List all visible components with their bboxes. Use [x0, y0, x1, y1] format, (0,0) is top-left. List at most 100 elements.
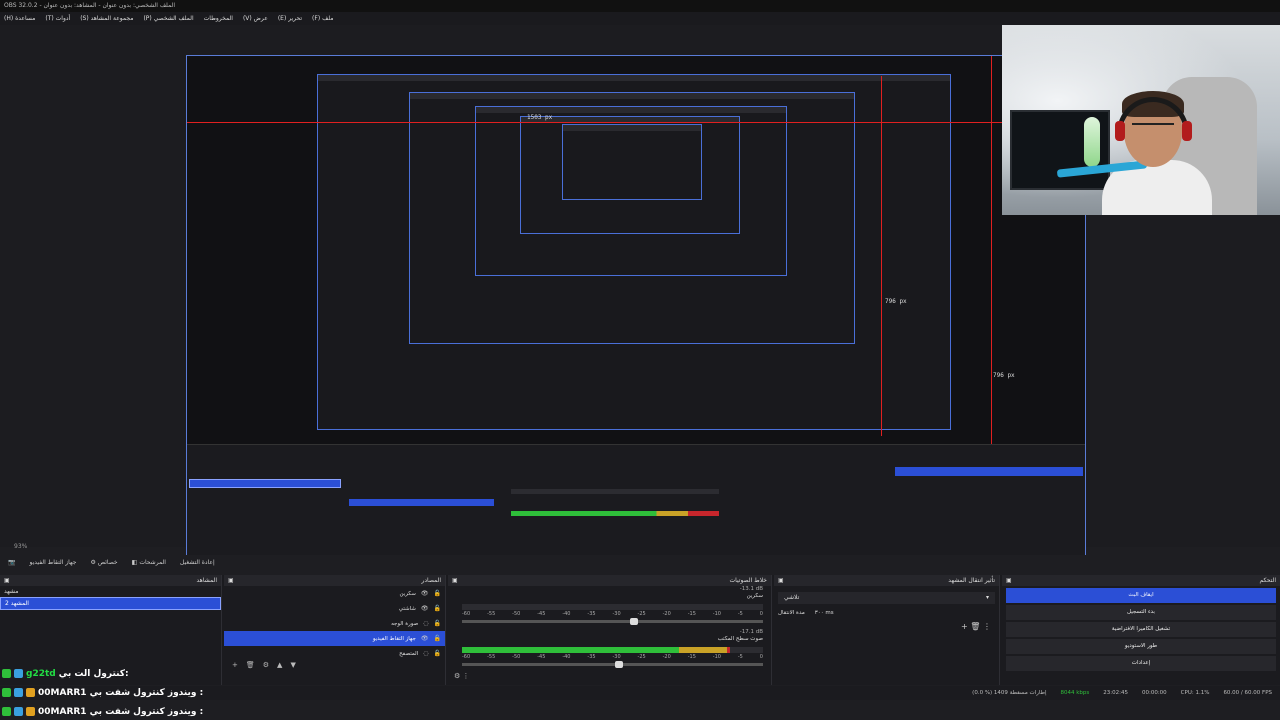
lock-icon[interactable]: 🔓 — [434, 620, 441, 627]
lock-icon[interactable]: 🔓 — [434, 635, 441, 642]
meter-tick: -10 — [712, 654, 721, 660]
channel-name: سكرين — [746, 593, 763, 599]
lock-icon[interactable]: 🔓 — [434, 650, 441, 657]
controls-title: التحكم — [1259, 577, 1277, 584]
meter-tick: -55 — [487, 654, 496, 660]
settings-button[interactable]: إعدادات — [1006, 656, 1276, 671]
menu-tools[interactable]: أدوات (T) — [45, 12, 70, 25]
transition-select[interactable]: تلاشي ▾ — [778, 592, 995, 604]
mixer-gear-icon[interactable]: ⚙ ⋮ — [448, 672, 771, 680]
zoom-indicator[interactable]: 93% — [14, 543, 27, 550]
meter-tick: -5 — [737, 611, 743, 617]
volume-knob[interactable] — [614, 661, 623, 668]
meter-tick: -30 — [612, 654, 621, 660]
eye-icon[interactable]: ◌ — [423, 650, 428, 657]
menu-scene-collection[interactable]: مجموعة المشاهد (S) — [80, 12, 133, 25]
measure-line-horizontal — [187, 122, 1085, 123]
dock-float-icon[interactable]: ▣ — [778, 575, 784, 586]
chat-text: كنترول الت بي: — [58, 668, 129, 679]
menu-edit[interactable]: تحرير (E) — [278, 12, 302, 25]
transition-add-icon[interactable]: + 🗑 ⋮ — [774, 622, 999, 631]
toolbar-filters[interactable]: ◧ المرشحات — [132, 559, 166, 566]
meter-tick: -50 — [512, 654, 521, 660]
menu-docks[interactable]: المخروطات — [204, 12, 233, 25]
menu-view[interactable]: عرض (V) — [243, 12, 268, 25]
filters-label: المرشحات — [139, 558, 166, 566]
dock-float-icon[interactable]: ▣ — [4, 575, 10, 586]
eye-icon[interactable]: 👁 — [421, 635, 429, 642]
toolbar-video-capture[interactable]: جهاز التقاط الفيديو — [29, 559, 76, 566]
chat-message: g22td كنترول الت بي: — [2, 664, 402, 683]
source-row[interactable]: المتصفح ◌ 🔓 — [224, 646, 445, 661]
dock-float-icon[interactable]: ▣ — [1006, 575, 1012, 586]
volume-slider[interactable] — [462, 618, 763, 625]
bitrate: 8044 kbps — [1060, 690, 1090, 696]
start-recording-button[interactable]: بدء التسجيل — [1006, 605, 1276, 620]
eye-icon[interactable]: 👁 — [421, 590, 429, 597]
source-row-selected[interactable]: جهاز التقاط الفيديو 👁 🔓 — [224, 631, 445, 646]
meter-tick: -15 — [687, 611, 696, 617]
controls-dock: التحكم ▣ ايقاف البث بدء التسجيل تشغيل الك… — [1002, 575, 1280, 685]
camera-icon[interactable]: 📷 — [8, 559, 15, 566]
measure-height-outer-label: 796 px — [993, 372, 1015, 379]
source-row[interactable]: صورة الوجه ◌ 🔓 — [224, 616, 445, 631]
stop-streaming-button[interactable]: ايقاف البث — [1006, 588, 1276, 603]
source-row[interactable]: شاشتي 👁 🔓 — [224, 601, 445, 616]
menu-help[interactable]: مساعدة (H) — [4, 12, 35, 25]
chat-username: 00MARR1 — [38, 687, 87, 698]
chat-text: ويندوز كنترول شفت بي : — [89, 687, 204, 698]
duration-row: مدة الانتقال ٣٠٠ ms — [778, 610, 995, 616]
webcam-source — [1002, 25, 1280, 215]
volume-knob[interactable] — [629, 618, 638, 625]
dropped-frames: (0.0 %) 1409 إطارات مسقطة — [972, 690, 1047, 696]
fps: 60.00 / 60.00 FPS — [1223, 690, 1272, 696]
toolbar-restart[interactable]: إعادة التشغيل — [180, 559, 215, 566]
preview-area[interactable]: 1503 px 796 px 796 px — [0, 25, 1280, 562]
lock-icon[interactable]: 🔓 — [434, 605, 441, 612]
meter-tick: -35 — [587, 611, 596, 617]
obs-window: OBS 32.0.2 - الملف الشخصي: بدون عنوان - … — [0, 0, 1280, 720]
dock-float-icon[interactable]: ▣ — [228, 575, 234, 586]
meter-tick: 0 — [759, 654, 763, 660]
chat-text: ويندوز كنترول شفت بي : — [89, 706, 204, 717]
source-name: جهاز التقاط الفيديو — [372, 635, 416, 642]
transitions-dock: تأثير انتقال المشهد ▣ تلاشي ▾ مدة الانتقال… — [774, 575, 1000, 685]
gear-icon: ⚙ — [90, 558, 96, 566]
mixer-title: خلاط الصوتيات — [729, 577, 768, 584]
menu-profile[interactable]: الملف الشخصي (P) — [143, 12, 193, 25]
meter-tick: -10 — [712, 611, 721, 617]
menu-file[interactable]: ملف (F) — [312, 12, 333, 25]
filter-icon: ◧ — [131, 558, 138, 566]
channel-db: -13.1 dB — [739, 586, 763, 592]
menu-bar: ملف (F) تحرير (E) عرض (V) المخروطات المل… — [0, 12, 1280, 25]
duration-input[interactable]: ٣٠٠ ms — [815, 610, 834, 616]
chat-message: 00MARR1 ويندوز كنترول شفت بي : — [2, 702, 402, 720]
measure-width-label: 1503 px — [527, 114, 553, 121]
measure-height-inner-label: 796 px — [885, 298, 907, 305]
meter-tick: -30 — [612, 611, 621, 617]
studio-mode-button[interactable]: طور الاستوديو — [1006, 639, 1276, 654]
toolbar-properties[interactable]: ⚙ خصائص — [90, 559, 117, 566]
chevron-down-icon: ▾ — [985, 594, 989, 601]
eye-icon[interactable]: 👁 — [421, 605, 429, 612]
meter-tick: -20 — [662, 611, 671, 617]
virtual-camera-button[interactable]: تشغيل الكاميرا الافتراضية — [1006, 622, 1276, 637]
meter-tick: -5 — [737, 654, 743, 660]
scene-item[interactable]: مشهد — [0, 586, 221, 597]
source-name: سكرين — [399, 590, 416, 597]
lock-icon[interactable]: 🔓 — [434, 590, 441, 597]
record-time: 00:00:00 — [1141, 690, 1167, 696]
nested-preview-5 — [562, 124, 702, 200]
scene-item-selected[interactable]: المشهد 2 — [0, 597, 221, 610]
volume-slider[interactable] — [462, 661, 763, 668]
meter-tick: -55 — [487, 611, 496, 617]
eye-icon[interactable]: ◌ — [423, 620, 428, 627]
nested-dock-strip — [187, 444, 1085, 561]
meter-tick: -45 — [537, 654, 546, 660]
preview-canvas[interactable]: 1503 px 796 px 796 px — [186, 55, 1086, 562]
cpu-usage: CPU: 1.1% — [1180, 690, 1210, 696]
channel-db: -17.1 dB — [739, 629, 763, 635]
meter-ticks: -60 -55 -50 -45 -40 -35 -30 -25 -20 -15 -10 -5 0 — [462, 654, 763, 660]
source-row[interactable]: سكرين 👁 🔓 — [224, 586, 445, 601]
dock-float-icon[interactable]: ▣ — [452, 575, 458, 586]
